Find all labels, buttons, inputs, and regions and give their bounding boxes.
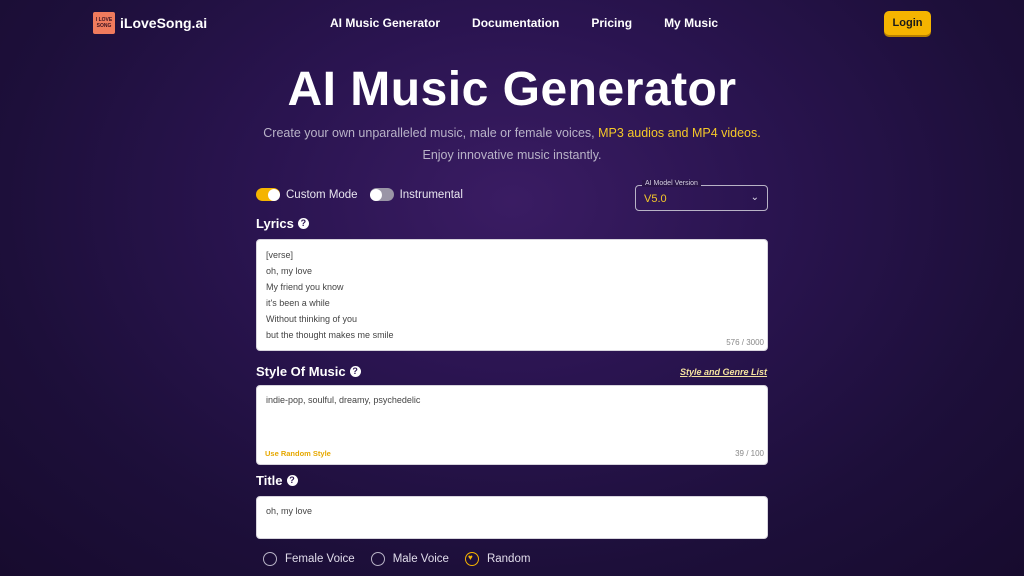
male-voice-label: Male Voice: [392, 553, 449, 565]
lyrics-label: Lyrics ?: [256, 216, 309, 231]
title-label-text: Title: [256, 473, 283, 488]
chevron-down-icon: ⌄: [750, 192, 759, 203]
lyrics-line: [verse]: [266, 250, 294, 260]
lyrics-line: Without thinking of you: [266, 314, 358, 324]
page-title: AI Music Generator: [287, 63, 737, 116]
title-label: Title ?: [256, 473, 298, 488]
voice-options: Female Voice Male Voice ♥ Random: [263, 552, 546, 566]
brand-name: iLoveSong.ai: [120, 15, 208, 31]
style-textarea[interactable]: indie-pop, soulful, dreamy, psychedelic …: [256, 385, 768, 465]
lyrics-line: it's been a while: [266, 298, 330, 308]
instrumental-toggle[interactable]: [369, 188, 394, 201]
lyrics-textarea[interactable]: [verse] oh, my love My friend you know i…: [256, 239, 768, 351]
lyrics-line: but the thought makes me smile: [266, 330, 394, 340]
lyrics-counter: 576 / 3000: [726, 338, 764, 347]
lyrics-line: My friend you know: [266, 282, 344, 292]
nav-link-ai-music-generator[interactable]: AI Music Generator: [330, 16, 440, 30]
toggle-knob: [370, 188, 383, 201]
subtitle-line2: Enjoy innovative music instantly.: [422, 148, 602, 162]
style-value: indie-pop, soulful, dreamy, psychedelic: [266, 395, 421, 405]
login-button[interactable]: Login: [884, 11, 931, 35]
subtitle-text: Create your own unparalleled music, male…: [263, 126, 599, 140]
toggle-knob: [267, 188, 280, 201]
lyrics-label-text: Lyrics: [256, 216, 294, 231]
brand-logo[interactable]: I LOVE SONG iLoveSong.ai: [93, 12, 207, 34]
title-input[interactable]: oh, my love: [256, 496, 768, 539]
model-version-select[interactable]: AI Model Version V5.0 ⌄: [635, 180, 768, 211]
logo-icon: I LOVE SONG: [93, 12, 115, 34]
mode-toggles: Custom Mode Instrumental: [256, 188, 475, 201]
help-icon[interactable]: ?: [286, 475, 298, 486]
female-voice-radio[interactable]: [263, 552, 277, 566]
style-genre-list-link[interactable]: Style and Genre List: [680, 367, 767, 377]
subtitle-highlight: MP3 audios and MP4 videos.: [598, 126, 761, 140]
nav-link-my-music[interactable]: My Music: [664, 16, 718, 30]
nav-link-documentation[interactable]: Documentation: [472, 16, 559, 30]
male-voice-radio[interactable]: [370, 552, 385, 566]
random-voice-label: Random: [486, 553, 531, 565]
top-nav: I LOVE SONG iLoveSong.ai AI Music Genera…: [0, 0, 1024, 45]
nav-link-pricing[interactable]: Pricing: [591, 16, 632, 30]
instrumental-label: Instrumental: [399, 188, 463, 201]
style-label: Style Of Music ?: [256, 364, 361, 379]
female-voice-label: Female Voice: [285, 553, 355, 565]
custom-mode-toggle[interactable]: [256, 188, 280, 201]
lyrics-content: [verse] oh, my love My friend you know i…: [257, 240, 767, 350]
random-style-button[interactable]: Use Random Style: [265, 449, 331, 458]
heart-icon: ♥: [467, 553, 473, 562]
model-version-legend: AI Model Version: [642, 180, 701, 187]
model-version-value: V5.0: [644, 193, 667, 205]
hero-subtitle: Create your own unparalleled music, male…: [0, 122, 1024, 166]
style-counter: 39 / 100: [735, 449, 764, 458]
lyrics-line: oh, my love: [266, 266, 313, 276]
random-voice-radio[interactable]: ♥: [464, 552, 479, 566]
help-icon[interactable]: ?: [297, 218, 309, 229]
style-label-text: Style Of Music: [256, 364, 346, 379]
title-value: oh, my love: [266, 506, 313, 516]
custom-mode-label: Custom Mode: [286, 188, 358, 201]
nav-links: AI Music Generator Documentation Pricing…: [330, 16, 750, 30]
help-icon[interactable]: ?: [349, 366, 361, 377]
